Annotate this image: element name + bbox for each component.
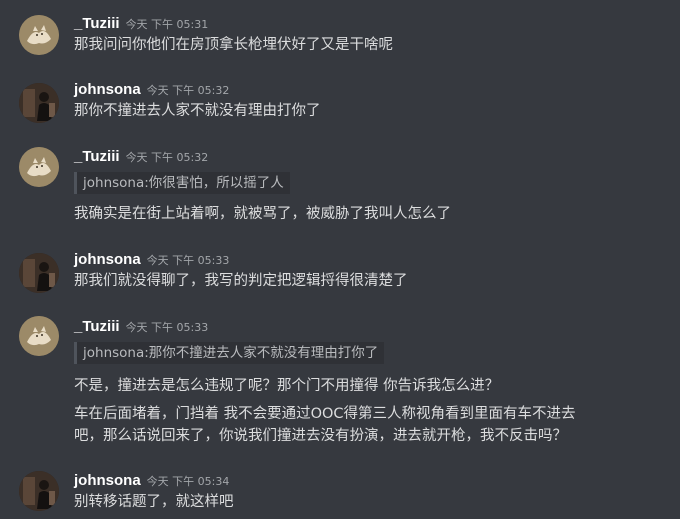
quoted-reply[interactable]: johnsona:那你不撞进去人家不就没有理由打你了 — [74, 342, 385, 364]
user-avatar-johnsona[interactable] — [19, 471, 59, 511]
username[interactable]: _Tuziii — [74, 148, 120, 165]
message-text: 别转移话题了，就这样吧 — [74, 494, 234, 510]
message-text: 我确实是在街上站着啊，就被骂了，被威胁了我叫人怎么了 — [74, 206, 451, 222]
person-avatar-icon — [19, 471, 59, 511]
username[interactable]: johnsona — [74, 81, 141, 98]
message-header: _Tuziii 今天 下午 05:31 — [74, 14, 208, 32]
message-header: _Tuziii 今天 下午 05:32 — [74, 147, 208, 165]
message-header: johnsona 今天 下午 05:34 — [74, 471, 229, 489]
username[interactable]: johnsona — [74, 251, 141, 268]
timestamp: 今天 下午 05:32 — [125, 151, 209, 164]
person-avatar-icon — [19, 253, 59, 293]
person-avatar-icon — [19, 83, 59, 123]
timestamp: 今天 下午 05:32 — [146, 84, 230, 97]
timestamp: 今天 下午 05:33 — [146, 254, 230, 267]
timestamp: 今天 下午 05:34 — [146, 475, 230, 488]
cat-avatar-icon — [19, 316, 59, 356]
username[interactable]: johnsona — [74, 472, 141, 489]
user-avatar-tuziii[interactable] — [19, 147, 59, 187]
message-text: 吧，那么话说回来了，你说我们撞进去没有扮演，进去就开枪，我不反击吗？ — [74, 428, 567, 444]
timestamp: 今天 下午 05:31 — [125, 18, 209, 31]
user-avatar-johnsona[interactable] — [19, 253, 59, 293]
chat-message-list: _Tuziii 今天 下午 05:31 那我问问你他们在房顶拿长枪埋伏好了又是干啥… — [0, 0, 680, 519]
message-header: johnsona 今天 下午 05:33 — [74, 250, 229, 268]
timestamp: 今天 下午 05:33 — [125, 321, 209, 334]
message-header: _Tuziii 今天 下午 05:33 — [74, 317, 208, 335]
user-avatar-tuziii[interactable] — [19, 15, 59, 55]
username[interactable]: _Tuziii — [74, 318, 120, 335]
cat-avatar-icon — [19, 15, 59, 55]
quoted-reply[interactable]: johnsona:你很害怕，所以摇了人 — [74, 172, 290, 194]
message-text: 那我问问你他们在房顶拿长枪埋伏好了又是干啥呢 — [74, 37, 393, 53]
username[interactable]: _Tuziii — [74, 15, 120, 32]
message-text: 那我们就没得聊了，我写的判定把逻辑捋得很清楚了 — [74, 273, 408, 289]
message-text: 那你不撞进去人家不就没有理由打你了 — [74, 103, 321, 119]
user-avatar-tuziii[interactable] — [19, 316, 59, 356]
message-text: 车在后面堵着，门挡着 我不会要通过OOC得第三人称视角看到里面有车不进去 — [74, 406, 576, 422]
message-text: 不是，撞进去是怎么违规了呢？那个门不用撞得 你告诉我怎么进？ — [74, 378, 500, 394]
user-avatar-johnsona[interactable] — [19, 83, 59, 123]
message-header: johnsona 今天 下午 05:32 — [74, 80, 229, 98]
cat-avatar-icon — [19, 147, 59, 187]
